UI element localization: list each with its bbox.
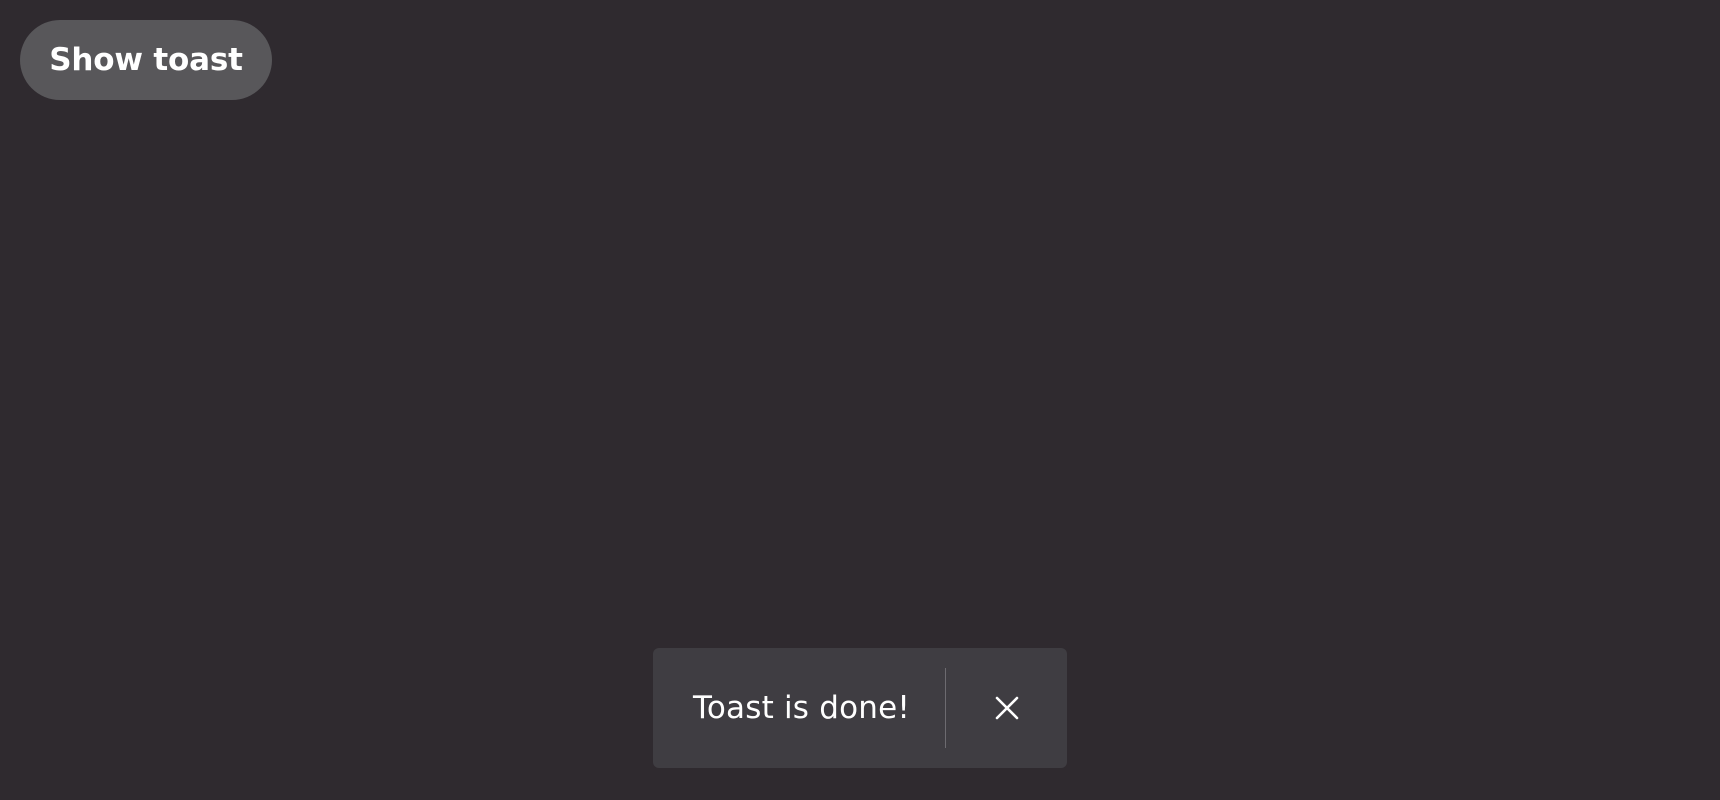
close-icon [995, 696, 1018, 720]
toast-notification: Toast is done! [653, 648, 1067, 768]
toast-message: Toast is done! [693, 690, 910, 726]
show-toast-button[interactable]: Show toast [20, 20, 272, 100]
toast-close-button[interactable] [946, 648, 1067, 768]
